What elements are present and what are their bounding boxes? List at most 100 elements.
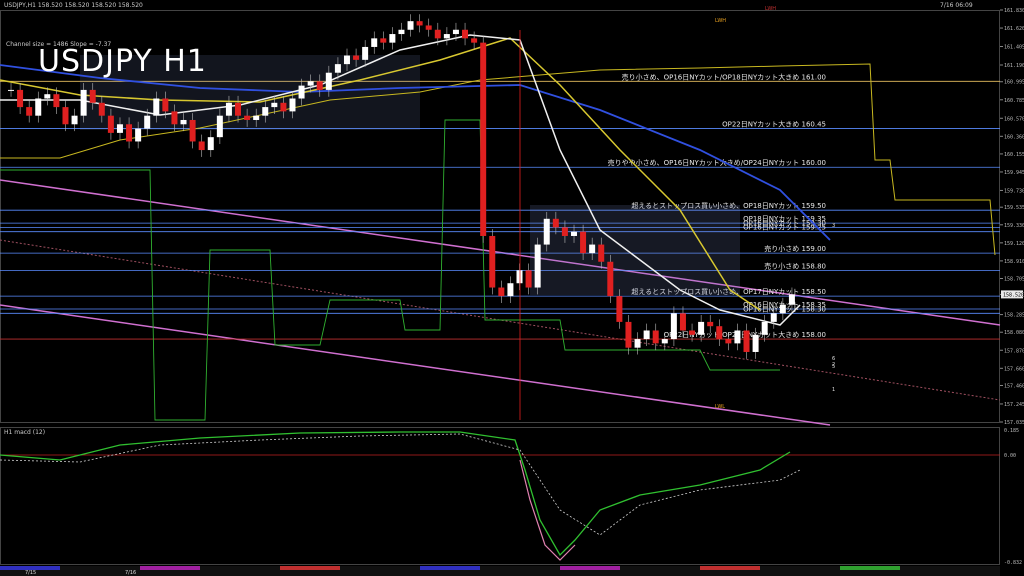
candle-body [788, 294, 795, 305]
date-strip-segment [280, 566, 340, 570]
price-tick-label: 158.910 [1004, 259, 1024, 265]
marker-label: 2 [832, 362, 835, 368]
level-label: 売り小さめ 159.00 [764, 244, 826, 253]
candle-body [98, 102, 105, 116]
macd-label: H1 macd (12) [4, 429, 46, 436]
candle-body [144, 115, 151, 129]
candle-body [716, 326, 723, 340]
price-tick-label: 158.705 [1004, 277, 1024, 283]
price-tick-label: 158.080 [1004, 330, 1024, 336]
candle-body [17, 89, 24, 108]
price-tick-label: 161.405 [1004, 45, 1024, 51]
price-tick-label: 160.570 [1004, 116, 1024, 122]
candle-body [552, 218, 559, 228]
candle-body [734, 330, 741, 344]
candle-body [216, 115, 223, 138]
price-tick-label: 160.995 [1004, 80, 1024, 86]
candle-body [289, 98, 296, 112]
candle-body [235, 102, 242, 116]
price-tick-label: 159.120 [1004, 241, 1024, 247]
macd-pink-segment [519, 459, 576, 561]
candle-body [752, 334, 759, 352]
candle-body [425, 25, 432, 30]
candle-body [616, 296, 623, 322]
price-tick-label: 157.870 [1004, 348, 1024, 354]
date-strip-segment [140, 566, 200, 570]
candle-body [343, 55, 350, 65]
candle-body [625, 321, 632, 348]
price-tick-label: 158.285 [1004, 313, 1024, 319]
channel-lower-line [0, 304, 831, 426]
candle-body [316, 81, 323, 90]
price-tick-label: 160.360 [1004, 134, 1024, 140]
candle-body [534, 244, 541, 288]
level-label: OP16日NYカット 159.25 [743, 224, 826, 232]
chart-canvas: 161.830 161.620 161.405 161.190 160.995 160.7… [0, 6, 1024, 576]
candle-body [398, 29, 405, 35]
date-tick-label: 7/16 [125, 570, 136, 576]
candle-body [171, 111, 178, 125]
candle-body [498, 287, 505, 297]
level-label: OP22日NYカット大きめ 160.45 [722, 120, 826, 129]
candle-body [135, 128, 142, 142]
marker-label: LWH [715, 18, 726, 24]
candle-body [471, 38, 478, 43]
candle-body [725, 339, 732, 344]
level-label: 売り小さめ 158.80 [764, 261, 826, 270]
price-tick-label: 161.620 [1004, 26, 1024, 32]
price-tick-label: 160.785 [1004, 98, 1024, 104]
candle-body [26, 107, 33, 116]
macd-tick-label: 0.00 [1004, 453, 1016, 459]
level-label: 売り小さめ、OP16日NYカット/OP18日NYカット大きめ 161.00 [622, 72, 826, 81]
candle-body [462, 29, 469, 39]
candle-body [661, 339, 668, 344]
candle-body [489, 235, 496, 288]
candle-body [389, 34, 396, 43]
candle-body [353, 55, 360, 60]
candle-body [262, 107, 269, 116]
candle-body [325, 72, 332, 90]
candle-body [207, 137, 214, 151]
candle-body [634, 339, 641, 348]
candle-body [371, 38, 378, 47]
candle-body [35, 98, 42, 116]
candle-body [434, 29, 441, 39]
candle-body [307, 81, 314, 86]
candle-body [516, 270, 523, 284]
date-tick-label: 7/15 [25, 570, 36, 576]
candle-body [89, 89, 96, 103]
date-strip-segment [700, 566, 760, 570]
current-price-label: 158.520 [1003, 292, 1024, 298]
level-label: 売りやや小さめ、OP16日NYカット大きめ/OP24日NYカット 160.00 [608, 158, 826, 167]
marker-label: 3 [832, 223, 835, 229]
macd-tick-label: -0.832 [1004, 560, 1022, 566]
candle-body [643, 330, 650, 340]
date-strip-segment [420, 566, 480, 570]
candle-body [80, 89, 87, 116]
candle-body [334, 64, 341, 73]
macd-signal-line [0, 433, 801, 536]
candle-body [180, 119, 187, 125]
candle-body [743, 330, 750, 352]
marker-label: LWH [765, 6, 776, 12]
candle-body [570, 231, 577, 236]
cloud-area [530, 205, 740, 295]
price-tick-label: 157.660 [1004, 366, 1024, 372]
candle-body [162, 98, 169, 112]
date-strip-segment [840, 566, 900, 570]
macd-pane-border [0, 427, 1000, 565]
candle-body [670, 313, 677, 340]
candle-body [580, 231, 587, 254]
candle-body [779, 304, 786, 314]
candle-body [561, 227, 568, 236]
candle-body [707, 321, 714, 327]
price-tick-label: 159.330 [1004, 223, 1024, 229]
candle-body [107, 115, 114, 133]
candle-body [189, 119, 196, 142]
candle-body [225, 102, 232, 116]
macd-tick-label: 0.185 [1004, 428, 1019, 434]
price-tick-label: 157.035 [1004, 420, 1024, 426]
candle-body [8, 89, 14, 91]
candle-body [62, 107, 69, 125]
candle-body [543, 218, 550, 245]
